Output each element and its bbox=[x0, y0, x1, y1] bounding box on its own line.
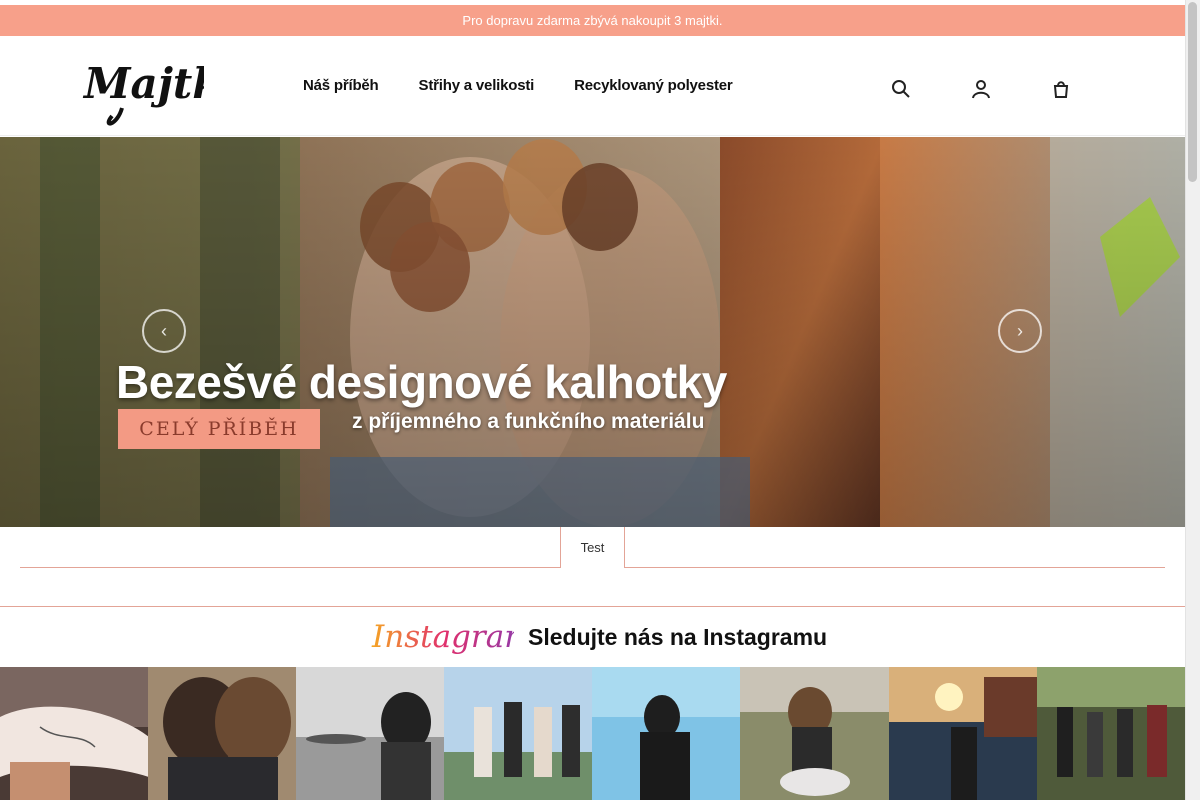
instagram-tile[interactable] bbox=[444, 667, 593, 800]
main-nav: Náš příběh Střihy a velikosti Recyklovan… bbox=[303, 77, 733, 94]
full-story-button[interactable]: Celý příběh bbox=[118, 409, 320, 449]
section-divider bbox=[0, 606, 1185, 607]
scrollbar-thumb[interactable] bbox=[1188, 2, 1197, 182]
tabs-divider-left bbox=[20, 567, 560, 568]
instagram-tile[interactable] bbox=[888, 667, 1037, 800]
free-shipping-banner: Pro dopravu zdarma zbývá nakoupit 3 majt… bbox=[0, 5, 1185, 36]
hero-title: Bezešvé designové kalhotky bbox=[116, 356, 727, 408]
site-header: Majtki Náš příběh Střihy a velikosti Rec… bbox=[0, 36, 1185, 136]
svg-text:Instagram: Instagram bbox=[371, 619, 514, 655]
instagram-logo[interactable]: Instagram bbox=[370, 613, 514, 661]
instagram-tile[interactable] bbox=[296, 667, 445, 800]
instagram-tile[interactable] bbox=[592, 667, 741, 800]
tabs-divider-right bbox=[625, 567, 1165, 568]
nav-item-strihy-a-velikosti[interactable]: Střihy a velikosti bbox=[419, 77, 535, 94]
hero-subtitle: z příjemného a funkčního materiálu bbox=[352, 410, 705, 433]
chevron-right-icon: › bbox=[1017, 320, 1023, 341]
header-icons bbox=[890, 78, 1072, 100]
slider-prev-button[interactable]: ‹ bbox=[142, 309, 186, 353]
nav-item-nas-pribeh[interactable]: Náš příběh bbox=[303, 77, 379, 94]
tab-test[interactable]: Test bbox=[560, 527, 625, 568]
instagram-tile[interactable] bbox=[740, 667, 889, 800]
free-shipping-text: Pro dopravu zdarma zbývá nakoupit 3 majt… bbox=[462, 13, 723, 28]
instagram-title: Sledujte nás na Instagramu bbox=[528, 623, 828, 650]
instagram-tile[interactable] bbox=[1036, 667, 1185, 800]
search-icon[interactable] bbox=[890, 78, 912, 100]
page: Pro dopravu zdarma zbývá nakoupit 3 majt… bbox=[0, 0, 1185, 800]
user-icon[interactable] bbox=[970, 78, 992, 100]
majtki-logo[interactable]: Majtki bbox=[82, 46, 237, 126]
instagram-tile[interactable] bbox=[0, 667, 149, 800]
instagram-gallery bbox=[0, 667, 1185, 800]
nav-item-recyklovany-polyester[interactable]: Recyklovaný polyester bbox=[574, 77, 733, 94]
page-scrollbar[interactable] bbox=[1185, 0, 1200, 800]
instagram-tile[interactable] bbox=[148, 667, 297, 800]
instagram-header: Instagram Sledujte nás na Instagramu bbox=[370, 612, 827, 662]
tabs-row: Test bbox=[20, 527, 1165, 568]
svg-text:Majtki: Majtki bbox=[82, 59, 204, 108]
chevron-left-icon: ‹ bbox=[161, 320, 167, 341]
cart-icon[interactable] bbox=[1050, 78, 1072, 100]
hero-slider: ‹ › Bezešvé designové kalhotky Celý příb… bbox=[0, 137, 1185, 527]
slider-next-button[interactable]: › bbox=[998, 309, 1042, 353]
